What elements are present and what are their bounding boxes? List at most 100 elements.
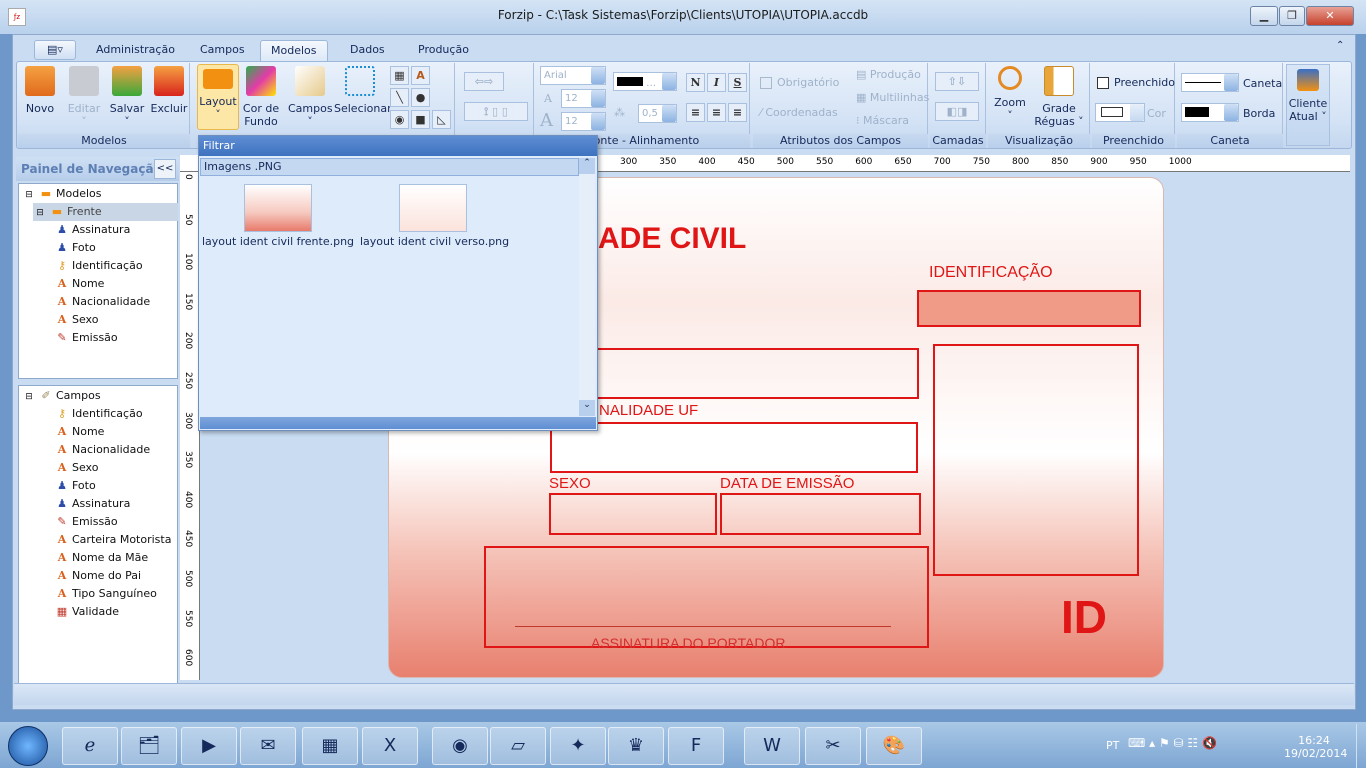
tree-item[interactable]: A Carteira Motorista bbox=[55, 531, 172, 549]
tree-item[interactable]: A Nome bbox=[55, 423, 105, 441]
tab-campos[interactable]: Campos bbox=[190, 40, 255, 62]
italic-button[interactable]: I bbox=[707, 73, 726, 92]
cliente-atual-button[interactable]: Cliente Atual ˅ bbox=[1286, 64, 1330, 146]
tree-item[interactable]: A Sexo bbox=[55, 459, 99, 477]
move-arrows-icon[interactable]: ⇦⇨ bbox=[464, 72, 504, 91]
app-red-icon[interactable]: ♛ bbox=[608, 727, 664, 765]
tree-node-frente[interactable]: ⊟ ▬ Frente bbox=[33, 203, 178, 221]
assinatura-field[interactable] bbox=[484, 546, 929, 648]
app-menu-button[interactable]: ▤▿ bbox=[34, 40, 76, 60]
maximize-button[interactable]: ❐ bbox=[1279, 6, 1305, 26]
snipping-tool-icon[interactable]: ✂ bbox=[805, 727, 861, 765]
file-explorer-icon[interactable]: 🗂 bbox=[121, 727, 177, 765]
shape-tool-icon[interactable]: ● bbox=[411, 88, 430, 107]
layer-front-back-icon[interactable]: ◧◨ bbox=[935, 102, 979, 121]
spacing-input[interactable]: 0,5 bbox=[638, 104, 677, 123]
tree-item[interactable]: ⚷ Identificação bbox=[55, 257, 143, 275]
tree-node-campos[interactable]: ⊟ ✐ Campos bbox=[22, 387, 100, 405]
image-name-verso[interactable]: layout ident civil verso.png bbox=[360, 235, 509, 248]
keyboard-icon[interactable]: ⌨ ▴ ⚑ ⛁ ☷ 🔇 bbox=[1128, 736, 1217, 750]
align-right-button[interactable]: ≡ bbox=[728, 103, 747, 122]
zoom-button[interactable]: Zoom ˅ bbox=[992, 66, 1028, 122]
tab-producao[interactable]: Produção bbox=[408, 40, 479, 62]
show-desktop-button[interactable] bbox=[1356, 724, 1366, 768]
identificacao-field[interactable] bbox=[917, 290, 1141, 327]
minimize-button[interactable]: ▁ bbox=[1250, 6, 1278, 26]
line-tool-icon[interactable]: ╲ bbox=[390, 88, 409, 107]
tree-item[interactable]: A Nacionalidade bbox=[55, 293, 150, 311]
foto-field[interactable] bbox=[933, 344, 1139, 576]
tree-item[interactable]: ♟ Assinatura bbox=[55, 221, 130, 239]
obrigatorio-checkbox[interactable]: Obrigatório bbox=[760, 76, 839, 89]
font-size-select-2[interactable]: 12 bbox=[561, 112, 606, 131]
salvar-button[interactable]: Salvar ˅ bbox=[108, 66, 146, 128]
language-indicator[interactable]: PT bbox=[1106, 739, 1119, 752]
tree-item[interactable]: A Nome da Mãe bbox=[55, 549, 148, 567]
image-thumbnail-verso[interactable] bbox=[399, 184, 467, 232]
text-tool-icon[interactable]: A bbox=[411, 66, 430, 85]
collapse-nav-button[interactable]: << bbox=[154, 159, 176, 179]
layer-up-down-icon[interactable]: ⇧⇩ bbox=[935, 72, 979, 91]
foxit-icon[interactable]: F bbox=[668, 727, 724, 765]
internet-explorer-icon[interactable]: ℯ bbox=[62, 727, 118, 765]
preenchido-checkbox[interactable]: Preenchido bbox=[1097, 76, 1175, 89]
notepad-icon[interactable]: ▱ bbox=[490, 727, 546, 765]
producao-button[interactable]: ▤ Produção bbox=[856, 68, 921, 81]
mail-icon[interactable]: ✉ bbox=[240, 727, 296, 765]
layout-button[interactable]: Layout ˅ bbox=[197, 64, 239, 130]
image-tool-icon[interactable]: ▦ bbox=[390, 66, 409, 85]
tab-modelos[interactable]: Modelos bbox=[260, 40, 328, 62]
tree-item[interactable]: ♟ Assinatura bbox=[55, 495, 130, 513]
tree-item[interactable]: ✎ Emissão bbox=[55, 329, 117, 347]
circle-tool-icon[interactable]: ◉ bbox=[390, 110, 409, 129]
polygon-tool-icon[interactable]: ◺ bbox=[432, 110, 451, 129]
font-color-select[interactable]: … bbox=[613, 72, 677, 91]
editar-button[interactable]: Editar ˅ bbox=[64, 66, 104, 128]
tree-item[interactable]: ✎ Emissão bbox=[55, 513, 117, 531]
novo-button[interactable]: Novo bbox=[22, 66, 58, 115]
mascara-button[interactable]: ⁝ Máscara bbox=[856, 114, 909, 127]
nacionalidade-field[interactable] bbox=[550, 422, 918, 473]
underline-button[interactable]: S bbox=[728, 73, 747, 92]
campos-button[interactable]: Campos ˅ bbox=[288, 66, 333, 128]
align-tools-icon[interactable]: ⟟ ▯ ▯ bbox=[464, 102, 528, 121]
align-left-button[interactable]: ≡ bbox=[686, 103, 705, 122]
start-button[interactable] bbox=[8, 726, 48, 766]
multilinhas-button[interactable]: ▦ Multilinhas bbox=[856, 91, 929, 104]
tree-item[interactable]: A Nome do Pai bbox=[55, 567, 141, 585]
clock[interactable]: 16:24 19/02/2014 bbox=[1284, 734, 1347, 760]
pen-style-select[interactable] bbox=[1181, 73, 1239, 92]
tree-item[interactable]: ♟ Foto bbox=[55, 477, 96, 495]
tree-item[interactable]: ♟ Foto bbox=[55, 239, 96, 257]
font-size-select[interactable]: 12 bbox=[561, 89, 606, 108]
tree-item[interactable]: ⚷ Identificação bbox=[55, 405, 143, 423]
paint-icon[interactable]: 🎨 bbox=[866, 727, 922, 765]
font-select[interactable]: Arial bbox=[540, 66, 606, 85]
cor-de-fundo-button[interactable]: Cor de Fundo bbox=[242, 66, 280, 128]
word-icon[interactable]: W bbox=[744, 727, 800, 765]
image-name-frente[interactable]: layout ident civil frente.png bbox=[202, 235, 354, 248]
app-yellow-icon[interactable]: ✦ bbox=[550, 727, 606, 765]
filter-header[interactable]: Filtrar bbox=[199, 136, 597, 156]
resize-grip[interactable] bbox=[200, 417, 596, 429]
close-button[interactable]: ✕ bbox=[1306, 6, 1354, 26]
emissao-field[interactable] bbox=[720, 493, 921, 535]
sexo-field[interactable] bbox=[549, 493, 717, 535]
excluir-button[interactable]: Excluir bbox=[150, 66, 188, 115]
excel-icon[interactable]: X bbox=[362, 727, 418, 765]
chrome-icon[interactable]: ◉ bbox=[432, 727, 488, 765]
media-player-icon[interactable]: ▶ bbox=[181, 727, 237, 765]
grade-reguas-button[interactable]: Grade Réguas ˅ bbox=[1032, 66, 1086, 128]
tree-item[interactable]: A Sexo bbox=[55, 311, 99, 329]
tab-dados[interactable]: Dados bbox=[340, 40, 395, 62]
scrollbar[interactable]: ⌃ ⌄ bbox=[579, 158, 595, 416]
tree-item[interactable]: A Nacionalidade bbox=[55, 441, 150, 459]
tree-item[interactable]: A Tipo Sanguíneo bbox=[55, 585, 157, 603]
tree-item[interactable]: A Nome bbox=[55, 275, 105, 293]
fill-color-select[interactable] bbox=[1095, 103, 1145, 122]
bold-button[interactable]: N bbox=[686, 73, 705, 92]
coordenadas-button[interactable]: ⁄ Coordenadas bbox=[760, 106, 838, 119]
border-color-select[interactable] bbox=[1181, 103, 1239, 122]
tab-administracao[interactable]: Administração bbox=[86, 40, 185, 62]
rectangle-tool-icon[interactable]: ■ bbox=[411, 110, 430, 129]
